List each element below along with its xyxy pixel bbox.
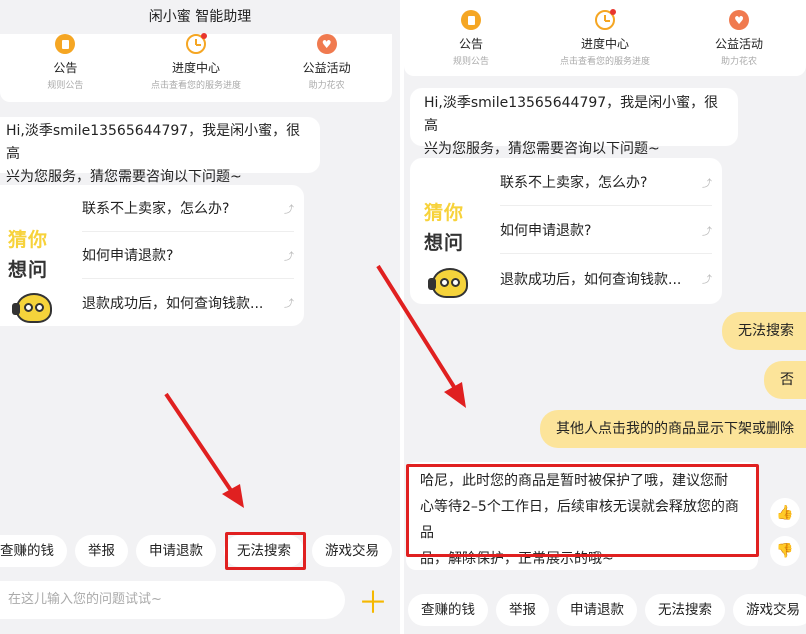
user-message: 否 bbox=[764, 361, 806, 399]
question-text: 退款成功后，如何查询钱款... bbox=[500, 271, 682, 288]
quick-links-card: 公告 规则公告 进度中心 点击查看您的服务进度 公益活动 助力花农 bbox=[0, 33, 392, 102]
quick-link-label: 进度中心 bbox=[172, 61, 221, 75]
plus-icon[interactable]: ＋ bbox=[355, 582, 391, 621]
question-text: 如何申请退款? bbox=[500, 223, 592, 239]
question-text: 联系不上卖家，怎么办? bbox=[82, 201, 230, 217]
quick-link-label: 公告 bbox=[53, 61, 78, 75]
user-message: 其他人点击我的的商品显示下架或删除 bbox=[540, 410, 806, 448]
quick-link-notice[interactable]: 公告 规则公告 bbox=[404, 0, 538, 76]
quick-link-label: 公益活动 bbox=[302, 61, 351, 75]
chip-game-trade[interactable]: 游戏交易 bbox=[733, 594, 806, 626]
question-item[interactable]: 如何申请退款? ⤴ bbox=[82, 232, 294, 279]
quick-reply-chips: 查赚的钱 举报 申请退款 无法搜索 游戏交易 bbox=[408, 594, 806, 626]
arrow-icon: ⤴ bbox=[284, 204, 294, 216]
quick-links-card: 公告 规则公告 进度中心 点击查看您的服务进度 公益活动 助力花农 bbox=[404, 0, 806, 76]
arrow-icon: ⤴ bbox=[702, 178, 712, 190]
charity-heart-icon bbox=[729, 10, 749, 30]
quick-link-sub: 规则公告 bbox=[452, 57, 489, 67]
guess-banner: 猜你 想问 bbox=[424, 198, 484, 298]
question-text: 退款成功后，如何查询钱款... bbox=[82, 295, 264, 312]
chip-earnings[interactable]: 查赚的钱 bbox=[408, 594, 488, 626]
guess-title-top: 猜你 bbox=[424, 202, 465, 224]
greeting-bubble: Hi,淡季smile13565644797，我是闲小蜜，很高 兴为您服务，猜您需… bbox=[410, 88, 738, 157]
question-input[interactable]: 在这儿输入您的问题试试~ bbox=[0, 581, 345, 619]
guess-title-top: 猜你 bbox=[8, 229, 49, 251]
question-item[interactable]: 退款成功后，如何查询钱款... ⤴ bbox=[82, 279, 294, 326]
mascot-icon bbox=[428, 268, 468, 298]
assistant-title: 闲小蜜 智能助理 bbox=[148, 9, 252, 25]
question-text: 联系不上卖家，怎么办? bbox=[500, 175, 648, 191]
quick-link-charity[interactable]: 公益活动 助力花农 bbox=[672, 0, 806, 76]
charity-heart-icon bbox=[316, 34, 337, 54]
quick-link-sub: 助力花农 bbox=[720, 57, 757, 67]
question-item[interactable]: 如何申请退款? ⤴ bbox=[500, 207, 712, 254]
quick-link-sub: 点击查看您的服务进度 bbox=[559, 57, 650, 67]
question-item[interactable]: 退款成功后，如何查询钱款... ⤴ bbox=[500, 255, 712, 302]
greeting-line: Hi,淡季smile13565644797，我是闲小蜜，很高 bbox=[6, 123, 301, 162]
thumbs-up-icon[interactable]: 👍 bbox=[770, 498, 800, 528]
chip-refund[interactable]: 申请退款 bbox=[557, 594, 637, 626]
greeting-bubble: Hi,淡季smile13565644797，我是闲小蜜，很高 兴为您服务，猜您需… bbox=[0, 117, 320, 185]
user-message: 无法搜索 bbox=[722, 312, 806, 350]
question-text: 如何申请退款? bbox=[82, 248, 174, 264]
quick-link-label: 公告 bbox=[458, 37, 483, 51]
question-item[interactable]: 联系不上卖家，怎么办? ⤴ bbox=[82, 185, 294, 232]
quick-link-sub: 规则公告 bbox=[47, 81, 84, 91]
progress-clock-icon bbox=[595, 9, 616, 30]
arrow-icon: ⤴ bbox=[702, 226, 712, 238]
guess-title-bottom: 想问 bbox=[8, 259, 49, 281]
quick-link-notice[interactable]: 公告 规则公告 bbox=[0, 34, 131, 102]
mascot-icon bbox=[12, 293, 52, 323]
guess-questions-card: 猜你 想问 联系不上卖家，怎么办? ⤴ 如何申请退款? ⤴ 退款成功后，如何查询… bbox=[0, 185, 304, 326]
chip-report[interactable]: 举报 bbox=[75, 535, 128, 567]
greeting-line: Hi,淡季smile13565644797，我是闲小蜜，很高 bbox=[424, 95, 719, 134]
chip-report[interactable]: 举报 bbox=[496, 594, 549, 626]
notice-icon bbox=[55, 34, 76, 54]
guess-title-bottom: 想问 bbox=[424, 232, 465, 254]
thumbs-down-icon[interactable]: 👎 bbox=[770, 536, 800, 566]
quick-link-sub: 助力花农 bbox=[308, 81, 345, 91]
quick-reply-chips: 查赚的钱 举报 申请退款 无法搜索 游戏交易 bbox=[0, 535, 392, 567]
chip-game-trade[interactable]: 游戏交易 bbox=[312, 535, 392, 567]
notice-icon bbox=[461, 10, 481, 30]
left-chat-screen: 闲小蜜 智能助理 公告 规则公告 进度中心 点击查看您的服务进度 公益活动 助力… bbox=[0, 0, 400, 634]
chip-earnings[interactable]: 查赚的钱 bbox=[0, 535, 67, 567]
arrow-icon: ⤴ bbox=[284, 299, 294, 310]
chip-refund[interactable]: 申请退款 bbox=[136, 535, 216, 567]
highlight-box-answer bbox=[406, 464, 759, 557]
quick-link-progress[interactable]: 进度中心 点击查看您的服务进度 bbox=[538, 0, 672, 76]
quick-link-sub: 点击查看您的服务进度 bbox=[151, 81, 242, 91]
question-item[interactable]: 联系不上卖家，怎么办? ⤴ bbox=[500, 159, 712, 206]
guess-questions-card: 猜你 想问 联系不上卖家，怎么办? ⤴ 如何申请退款? ⤴ 退款成功后，如何查询… bbox=[410, 158, 722, 304]
progress-clock-icon bbox=[186, 33, 207, 54]
quick-link-label: 进度中心 bbox=[580, 37, 629, 51]
guess-banner: 猜你 想问 bbox=[8, 225, 68, 325]
quick-link-progress[interactable]: 进度中心 点击查看您的服务进度 bbox=[131, 33, 262, 102]
highlight-box-chip bbox=[225, 532, 306, 570]
quick-link-charity[interactable]: 公益活动 助力花农 bbox=[261, 34, 392, 102]
quick-link-label: 公益活动 bbox=[714, 37, 763, 51]
arrow-icon: ⤴ bbox=[702, 275, 712, 286]
arrow-icon: ⤴ bbox=[284, 251, 294, 263]
chip-cannot-search[interactable]: 无法搜索 bbox=[645, 594, 725, 626]
